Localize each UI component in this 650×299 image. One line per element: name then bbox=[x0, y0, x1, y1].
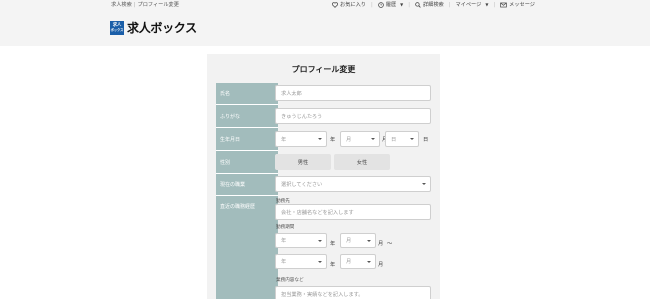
top-navigation: お気に入り | 履歴 ▼ | 詳細検索 | マイページ ▼ | メッセージ bbox=[332, 1, 535, 8]
gender-female-button[interactable]: 女性 bbox=[334, 154, 390, 170]
row-divider bbox=[216, 104, 278, 105]
nav-history-label: 履歴 bbox=[385, 2, 397, 8]
period-start-month-unit: 月 bbox=[378, 241, 384, 247]
birth-month-select[interactable]: 月 bbox=[340, 131, 380, 147]
row-divider bbox=[216, 173, 278, 174]
row-divider bbox=[216, 195, 278, 196]
breadcrumb: 求人検索 | プロフィール変更 bbox=[111, 1, 179, 8]
row-divider bbox=[216, 150, 278, 151]
logo-mark-line2: ボックス bbox=[110, 27, 124, 32]
birth-day-select[interactable]: 日 bbox=[385, 131, 419, 147]
heart-icon bbox=[332, 1, 339, 8]
main-content: プロフィール変更 氏名 ふりがな 生年月日 性別 現在の職業 直近の職務経歴 求… bbox=[0, 46, 650, 299]
breadcrumb-home[interactable]: 求人検索 bbox=[111, 2, 132, 8]
row-divider bbox=[216, 127, 278, 128]
nav-divider: | bbox=[448, 1, 451, 8]
label-gender: 性別 bbox=[220, 160, 231, 166]
current-job-select[interactable]: 選択してください bbox=[275, 176, 431, 192]
period-start-year-select[interactable]: 年 bbox=[275, 233, 327, 248]
period-end-year-select[interactable]: 年 bbox=[275, 254, 327, 269]
birth-day-unit: 日 bbox=[423, 137, 429, 143]
period-end-year-unit: 年 bbox=[330, 262, 336, 268]
nav-mypage-label: マイページ bbox=[455, 2, 482, 8]
furigana-input[interactable]: きゅうじんたろう bbox=[275, 108, 431, 124]
period-end-month-select[interactable]: 月 bbox=[340, 254, 376, 269]
chevron-down-icon: ▼ bbox=[400, 2, 404, 7]
header: 求人検索 | プロフィール変更 求人 ボックス 求人ボックス お気に入り | 履歴 … bbox=[0, 0, 650, 46]
nav-messages-label: メッセージ bbox=[509, 2, 535, 8]
label-furigana: ふりがな bbox=[220, 114, 241, 120]
period-start-year-unit: 年 bbox=[330, 241, 336, 247]
site-logo[interactable]: 求人 ボックス 求人ボックス bbox=[110, 19, 197, 36]
period-end-month-unit: 月 bbox=[378, 262, 384, 268]
nav-detailed-search-label: 詳細検索 bbox=[422, 2, 444, 8]
profile-form: プロフィール変更 氏名 ふりがな 生年月日 性別 現在の職業 直近の職務経歴 求… bbox=[207, 54, 440, 299]
label-birthdate: 生年月日 bbox=[220, 137, 241, 143]
history-period-label: 勤務期間 bbox=[276, 225, 295, 230]
label-name: 氏名 bbox=[220, 91, 231, 97]
gender-male-button[interactable]: 男性 bbox=[275, 154, 331, 170]
nav-favorites[interactable]: お気に入り bbox=[332, 1, 366, 8]
name-input[interactable]: 求人太郎 bbox=[275, 85, 431, 101]
form-title: プロフィール変更 bbox=[291, 65, 356, 74]
birth-year-unit: 年 bbox=[330, 137, 336, 143]
duties-textarea[interactable]: 担当業務・実績などを記入します。 bbox=[275, 286, 431, 299]
nav-mypage[interactable]: マイページ ▼ bbox=[455, 1, 488, 8]
period-tilde: ～ bbox=[387, 241, 393, 247]
nav-history[interactable]: 履歴 ▼ bbox=[377, 1, 404, 8]
clock-icon bbox=[377, 1, 384, 8]
logo-text: 求人ボックス bbox=[127, 21, 197, 35]
history-duties-label: 業務内容など bbox=[276, 278, 304, 283]
nav-favorites-label: お気に入り bbox=[340, 2, 366, 8]
company-input[interactable]: 会社・店舗名などを記入します bbox=[275, 204, 431, 220]
breadcrumb-current: プロフィール変更 bbox=[137, 2, 179, 8]
nav-detailed-search[interactable]: 詳細検索 bbox=[415, 1, 444, 8]
period-start-month-select[interactable]: 月 bbox=[340, 233, 376, 248]
nav-divider: | bbox=[493, 1, 496, 8]
search-icon bbox=[415, 1, 421, 8]
label-current-job: 現在の職業 bbox=[220, 182, 246, 188]
logo-mark: 求人 ボックス bbox=[110, 20, 124, 35]
breadcrumb-separator: | bbox=[133, 2, 136, 8]
nav-messages[interactable]: メッセージ bbox=[500, 1, 535, 8]
nav-divider: | bbox=[371, 1, 373, 8]
label-recent-history: 直近の職務経歴 bbox=[220, 204, 256, 210]
nav-divider: | bbox=[408, 1, 410, 8]
chevron-down-icon: ▼ bbox=[485, 2, 489, 7]
birth-year-select[interactable]: 年 bbox=[275, 131, 327, 147]
mail-icon bbox=[500, 2, 507, 7]
